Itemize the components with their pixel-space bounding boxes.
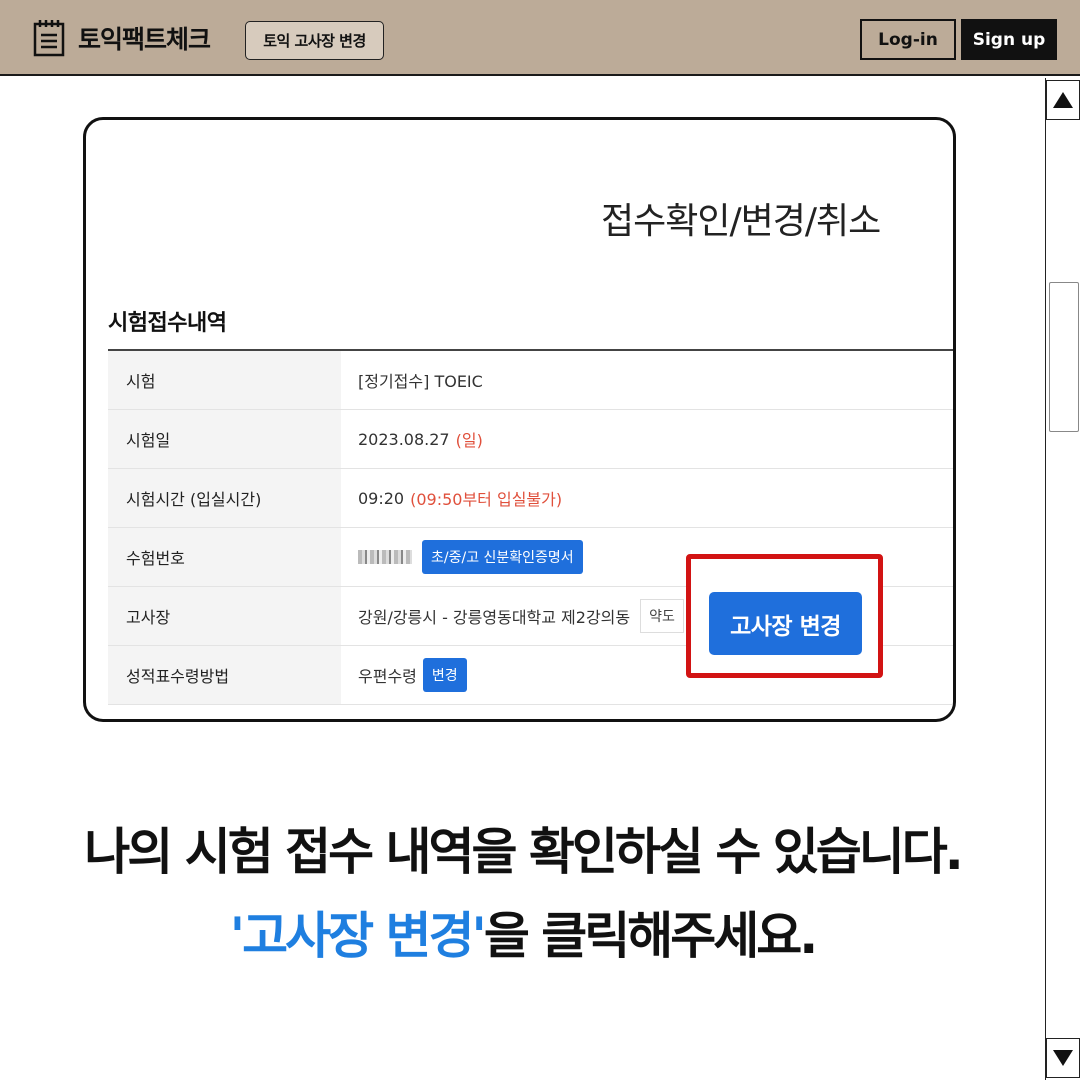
table-row: 시험일 2023.08.27 (일) — [108, 410, 953, 469]
change-venue-chip[interactable]: 토익 고사장 변경 — [245, 21, 384, 60]
map-button[interactable]: 약도 — [640, 599, 684, 633]
logo-text[interactable]: 토익팩트체크 — [78, 20, 211, 56]
scroll-thumb[interactable] — [1049, 282, 1079, 432]
blurred-exam-number — [358, 550, 412, 564]
row-label: 성적표수령방법 — [108, 646, 341, 704]
notepad-icon — [33, 20, 65, 57]
row-value-extra: (일) — [455, 431, 483, 450]
row-value: 우편수령 — [358, 667, 417, 686]
scroll-up-button[interactable] — [1046, 80, 1080, 120]
triangle-up-icon — [1053, 92, 1073, 108]
row-label: 시험 — [108, 351, 341, 409]
caption-accent: '고사장 변경' — [229, 907, 487, 965]
login-button[interactable]: Log-in — [860, 19, 956, 60]
triangle-down-icon — [1053, 1050, 1073, 1066]
screenshot-card: 접수확인/변경/취소 시험접수내역 시험 [정기접수] TOEIC 시험일 20… — [83, 117, 956, 722]
row-label: 시험시간 (입실시간) — [108, 469, 341, 527]
caption-rest: 을 클릭해주세요. — [483, 907, 818, 965]
row-value: [정기접수] TOEIC — [358, 372, 483, 391]
table-row: 시험 [정기접수] TOEIC — [108, 351, 953, 410]
change-delivery-button[interactable]: 변경 — [422, 658, 467, 692]
row-value: 2023.08.27 — [358, 429, 450, 449]
section-title: 시험접수내역 — [108, 311, 227, 336]
highlight-box: 고사장 변경 — [686, 554, 883, 678]
table-row: 시험시간 (입실시간) 09:20 (09:50부터 입실불가) — [108, 469, 953, 528]
row-label: 고사장 — [108, 587, 341, 645]
page-title: 접수확인/변경/취소 — [601, 201, 881, 242]
scroll-down-button[interactable] — [1046, 1038, 1080, 1078]
row-value-extra: (09:50부터 입실불가) — [410, 490, 563, 509]
row-label: 수험번호 — [108, 528, 341, 586]
signup-button[interactable]: Sign up — [961, 19, 1057, 60]
row-value: 09:20 — [358, 488, 405, 508]
change-venue-button[interactable]: 고사장 변경 — [709, 592, 862, 655]
top-bar: 토익팩트체크 토익 고사장 변경 Log-in Sign up — [0, 0, 1080, 76]
row-value: 강원/강릉시 - 강릉영동대학교 제2강의동 — [358, 608, 631, 627]
row-label: 시험일 — [108, 410, 341, 468]
id-certificate-button[interactable]: 초/중/고 신분확인증명서 — [422, 540, 583, 574]
caption-line-2: '고사장 변경'을 클릭해주세요. — [0, 896, 1045, 968]
vertical-scrollbar[interactable] — [1045, 78, 1080, 1080]
caption-line-1: 나의 시험 접수 내역을 확인하실 수 있습니다. — [84, 823, 963, 881]
